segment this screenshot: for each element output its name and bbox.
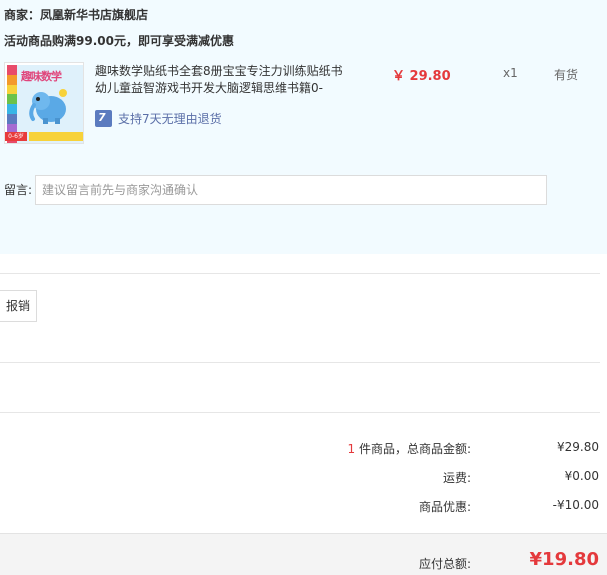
divider <box>0 273 600 274</box>
promo-text: 活动商品购满99.00元，即可享受满减优惠 <box>4 34 234 48</box>
merchant-name[interactable]: 凤凰新华书店旗舰店 <box>40 8 148 22</box>
total-bar: 应付总额: ¥19.80 <box>0 533 607 575</box>
message-input[interactable] <box>35 175 547 205</box>
shipping-label: 运费: <box>442 471 471 485</box>
return-policy-text: 支持7天无理由退货 <box>118 111 222 126</box>
merchant-line: 商家：凤凰新华书店旗舰店 <box>4 6 148 23</box>
summary-shipping-row: 运费: ¥0.00 <box>0 469 607 489</box>
merchant-label: 商家： <box>4 8 41 22</box>
elephant-icon <box>29 89 67 124</box>
divider <box>0 362 600 363</box>
discount-value: -¥10.00 <box>552 498 599 512</box>
message-label: 留言: <box>4 183 33 197</box>
divider <box>0 412 600 413</box>
items-total-label: 1 件商品，总商品金额: <box>347 442 472 456</box>
cover-title: 趣味数学 <box>21 70 62 83</box>
invoice-button[interactable]: 报销 <box>0 290 37 322</box>
product-quantity: x1 <box>503 66 518 80</box>
total-label: 应付总额: <box>418 557 471 571</box>
product-title-link[interactable]: 趣味数学贴纸书全套8册宝宝专注力训练贴纸书幼儿童益智游戏书开发大脑逻辑思维书籍0… <box>95 63 345 97</box>
product-price: ￥ 29.80 <box>392 69 451 84</box>
item-count: 1 <box>347 442 356 456</box>
shop-order-panel: 商家：凤凰新华书店旗舰店 活动商品购满99.00元，即可享受满减优惠 趣味数学 <box>0 0 607 254</box>
summary-items-row: 1 件商品，总商品金额: ¥29.80 <box>0 440 607 460</box>
return-badge-number: 7 <box>98 110 106 124</box>
stock-status: 有货 <box>554 68 579 82</box>
discount-label: 商品优惠: <box>418 500 471 514</box>
return-policy: 7 支持7天无理由退货 <box>95 108 222 128</box>
total-value: ¥19.80 <box>529 549 599 570</box>
cover-band <box>29 132 83 141</box>
seven-day-return-icon: 7 <box>95 109 112 127</box>
items-total-value: ¥29.80 <box>557 440 599 454</box>
summary-discount-row: 商品优惠: -¥10.00 <box>0 498 607 518</box>
age-tag: 0-6岁 <box>5 132 27 141</box>
product-thumbnail[interactable]: 趣味数学 0-6岁 <box>4 62 84 144</box>
shipping-value: ¥0.00 <box>564 469 599 483</box>
